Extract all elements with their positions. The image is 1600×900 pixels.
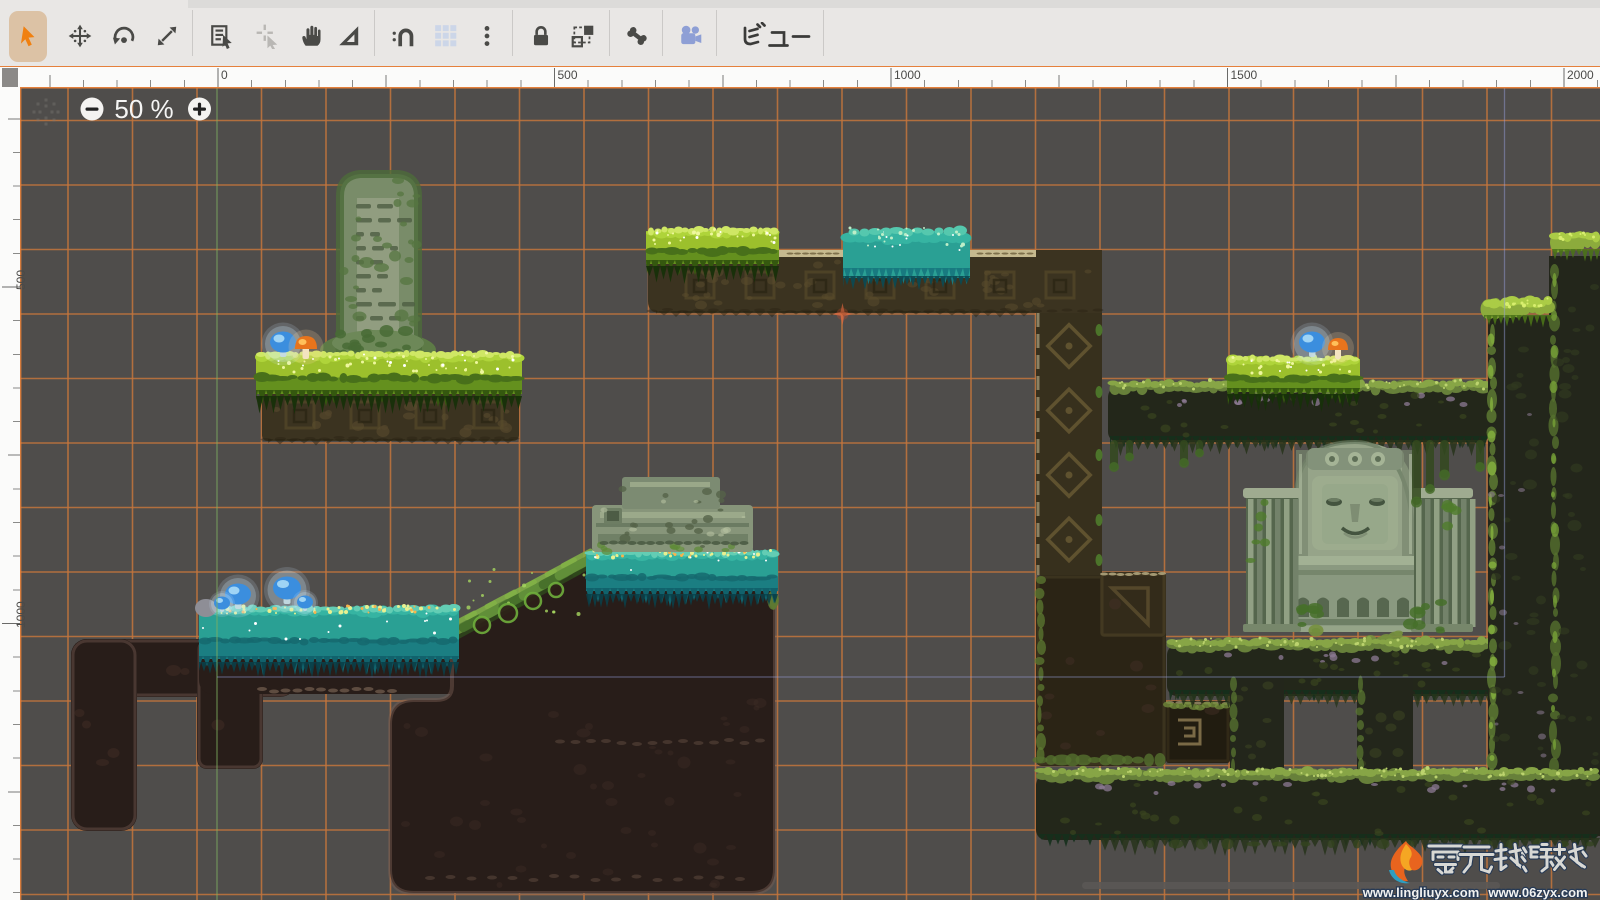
svg-text:www.lingliuyx.com: www.lingliuyx.com <box>1362 885 1480 900</box>
svg-text:50 %: 50 % <box>114 94 173 124</box>
svg-text:www.06zyx.com: www.06zyx.com <box>1487 885 1587 900</box>
